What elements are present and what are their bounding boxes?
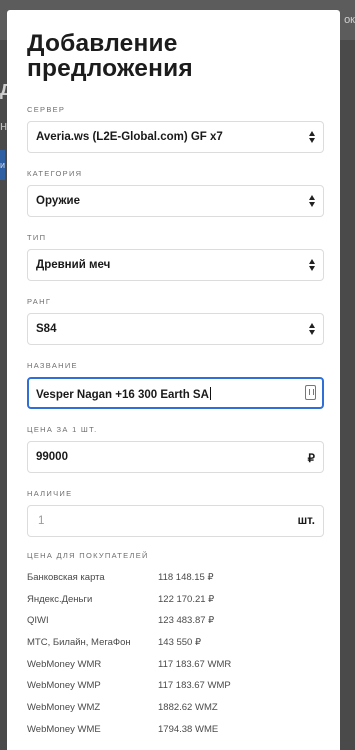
price-row: Яндекс.Деньги 122 170.21 ₽ — [27, 594, 327, 610]
name-value: Vesper Nagan +16 300 Earth SA — [36, 389, 209, 401]
payment-amount: 117 183.67 WMR — [158, 659, 232, 670]
text-caret — [209, 387, 211, 400]
payment-method: WebMoney WMP — [27, 680, 101, 691]
select-arrows-icon — [309, 130, 317, 144]
ruble-currency-sign: ₽ — [307, 453, 315, 465]
price-row: QIWI 123 483.87 ₽ — [27, 615, 327, 631]
rank-select[interactable]: S84 — [27, 313, 324, 345]
name-label: НАЗВАНИЕ — [27, 361, 78, 370]
payment-amount: 143 550 ₽ — [158, 637, 202, 648]
rank-value: S84 — [36, 323, 57, 335]
price-value: 99000 — [36, 451, 68, 463]
server-label: СЕРВЕР — [27, 105, 66, 114]
price-row: Банковская карта 118 148.15 ₽ — [27, 572, 327, 588]
select-arrows-icon — [309, 322, 317, 336]
price-label: ЦЕНА ЗА 1 ШТ. — [27, 425, 98, 434]
payment-amount: 118 148.15 ₽ — [158, 572, 214, 583]
payment-method: WebMoney WMZ — [27, 702, 101, 713]
background-button-label: и — [0, 160, 6, 170]
payment-amount: 123 483.87 ₽ — [158, 615, 215, 626]
type-value: Древний меч — [36, 259, 111, 271]
category-select[interactable]: Оружие — [27, 185, 324, 217]
select-arrows-icon — [309, 194, 317, 208]
add-offer-modal: Добавление предложения СЕРВЕР Averia.ws … — [7, 10, 340, 750]
payment-method: WebMoney WMR — [27, 659, 102, 670]
name-input[interactable]: Vesper Nagan +16 300 Earth SA — [27, 377, 324, 409]
stock-label: НАЛИЧИЕ — [27, 489, 73, 498]
select-arrows-icon — [309, 258, 317, 272]
server-select[interactable]: Averia.ws (L2E-Global.com) GF x7 — [27, 121, 324, 153]
modal-title: Добавление предложения — [27, 30, 193, 82]
payment-method: Яндекс.Деньги — [27, 594, 93, 605]
stock-placeholder: 1 — [38, 515, 45, 527]
buyer-prices-label: ЦЕНА ДЛЯ ПОКУПАТЕЛЕЙ — [27, 551, 149, 560]
stock-unit: шт. — [297, 515, 315, 527]
keyboard-autofill-icon[interactable] — [305, 385, 316, 400]
payment-method: QIWI — [27, 615, 49, 626]
price-row: МТС, Билайн, МегаФон 143 550 ₽ — [27, 637, 327, 653]
price-row: WebMoney WME 1794.38 WME — [27, 724, 327, 740]
price-input[interactable]: 99000 ₽ — [27, 441, 324, 473]
payment-method: Банковская карта — [27, 572, 105, 583]
payment-amount: 1794.38 WME — [158, 724, 219, 735]
payment-amount: 117 183.67 WMP — [158, 680, 231, 691]
payment-amount: 1882.62 WMZ — [158, 702, 218, 713]
type-label: ТИП — [27, 233, 47, 242]
stock-input[interactable]: 1 шт. — [27, 505, 324, 537]
type-select[interactable]: Древний меч — [27, 249, 324, 281]
category-value: Оружие — [36, 195, 80, 207]
payment-method: МТС, Билайн, МегаФон — [27, 637, 131, 648]
background-header-link: ок — [344, 14, 355, 26]
rank-label: РАНГ — [27, 297, 52, 306]
payment-method: WebMoney WME — [27, 724, 101, 735]
price-row: WebMoney WMR 117 183.67 WMR — [27, 659, 327, 675]
category-label: КАТЕГОРИЯ — [27, 169, 83, 178]
payment-amount: 122 170.21 ₽ — [158, 594, 215, 605]
price-row: WebMoney WMP 117 183.67 WMP — [27, 680, 327, 696]
price-row: WebMoney WMZ 1882.62 WMZ — [27, 702, 327, 718]
server-value: Averia.ws (L2E-Global.com) GF x7 — [36, 131, 223, 143]
